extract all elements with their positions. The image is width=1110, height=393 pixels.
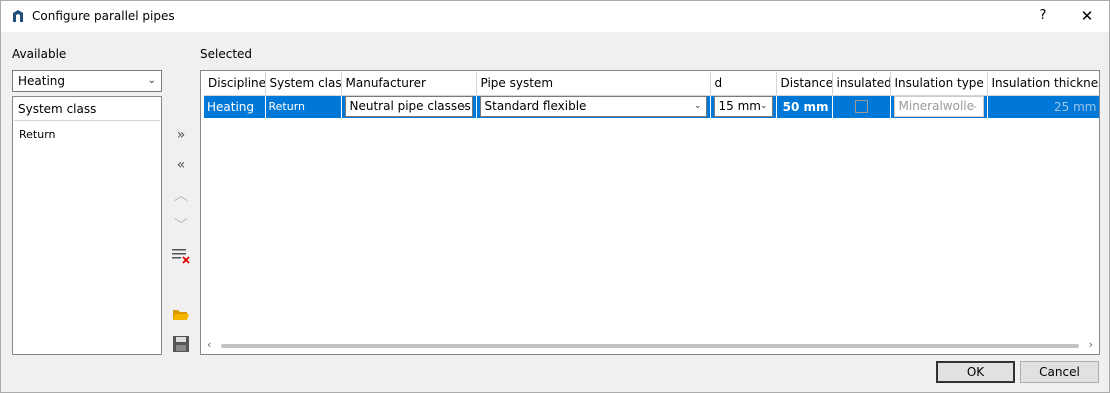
table-row[interactable]: Heating Return Neutral pipe classes ⌄ St…: [204, 95, 1099, 118]
column-header[interactable]: insulated: [832, 72, 891, 96]
close-button[interactable]: ✕: [1074, 5, 1100, 27]
help-button[interactable]: ?: [1031, 5, 1055, 27]
move-down-icon[interactable]: ﹀: [171, 216, 191, 236]
diameter-cell: 15 mm ⌄: [710, 95, 777, 118]
dialog-window: Configure parallel pipes ? ✕ Available H…: [0, 0, 1110, 393]
chevron-down-icon: ⌄: [693, 101, 702, 112]
list-item[interactable]: Return: [19, 128, 56, 141]
manufacturer-value: Neutral pipe classes: [349, 99, 471, 114]
discipline-value: Heating: [18, 74, 66, 88]
diameter-value: 15 mm: [718, 99, 761, 114]
scroll-left-icon[interactable]: ‹: [207, 338, 211, 351]
remove-selected-icon[interactable]: «: [171, 155, 191, 175]
insulated-checkbox[interactable]: [854, 100, 868, 114]
insulation-type-cell: Mineralwolle ⌄: [890, 95, 988, 118]
insulation-type-value: Mineralwolle: [898, 99, 975, 114]
manufacturer-cell: Neutral pipe classes ⌄: [341, 95, 477, 118]
chevron-down-icon: ⌄: [459, 101, 468, 112]
horizontal-scrollbar[interactable]: ‹ ›: [201, 337, 1099, 354]
column-header[interactable]: d: [710, 72, 777, 96]
clear-list-icon[interactable]: [172, 248, 190, 264]
chevron-down-icon: ⌄: [147, 75, 156, 86]
chevron-down-icon: ⌄: [759, 101, 768, 112]
distance-cell[interactable]: 50 mm: [776, 95, 833, 118]
discipline-dropdown[interactable]: Heating ⌄: [12, 70, 162, 92]
column-header[interactable]: Insulation type: [890, 72, 988, 96]
column-header[interactable]: Distance: [776, 72, 833, 96]
add-selected-icon[interactable]: »: [171, 125, 191, 145]
insulation-type-dropdown[interactable]: Mineralwolle ⌄: [893, 96, 984, 118]
available-list-header: System class: [14, 98, 160, 121]
app-logo-icon: [13, 10, 23, 22]
table-header-row: Discipline System class Manufacturer Pip…: [204, 72, 1099, 96]
scroll-right-icon[interactable]: ›: [1089, 338, 1093, 351]
open-folder-icon[interactable]: [172, 307, 190, 322]
save-icon[interactable]: [173, 336, 189, 352]
system-class-cell: Return: [265, 95, 342, 118]
scroll-thumb[interactable]: [221, 344, 1079, 348]
insulated-cell: [832, 95, 891, 118]
column-header[interactable]: Pipe system: [476, 72, 711, 96]
column-header[interactable]: Insulation thickness: [987, 72, 1099, 96]
manufacturer-dropdown[interactable]: Neutral pipe classes ⌄: [344, 96, 473, 118]
pipes-table: Discipline System class Manufacturer Pip…: [204, 72, 1099, 118]
pipe-system-cell: Standard flexible ⌄: [476, 95, 711, 118]
column-header[interactable]: Discipline: [204, 72, 266, 96]
ok-button[interactable]: OK: [936, 361, 1015, 383]
selected-grid: Discipline System class Manufacturer Pip…: [200, 70, 1100, 355]
chevron-down-icon: ⌄: [970, 101, 979, 112]
window-title: Configure parallel pipes: [32, 9, 175, 23]
title-bar: Configure parallel pipes ? ✕: [1, 1, 1109, 32]
cancel-button[interactable]: Cancel: [1020, 361, 1099, 383]
available-list[interactable]: System class Return: [12, 96, 162, 355]
discipline-cell: Heating: [204, 95, 266, 118]
column-header[interactable]: System class: [265, 72, 342, 96]
column-header[interactable]: Manufacturer: [341, 72, 477, 96]
available-label: Available: [12, 47, 67, 61]
pipe-system-dropdown[interactable]: Standard flexible ⌄: [479, 96, 707, 118]
diameter-dropdown[interactable]: 15 mm ⌄: [713, 96, 773, 118]
insulation-thickness-cell[interactable]: 25 mm: [987, 95, 1099, 118]
pipe-system-value: Standard flexible: [484, 99, 587, 114]
selected-label: Selected: [200, 47, 253, 61]
move-up-icon[interactable]: ︿: [171, 186, 191, 206]
